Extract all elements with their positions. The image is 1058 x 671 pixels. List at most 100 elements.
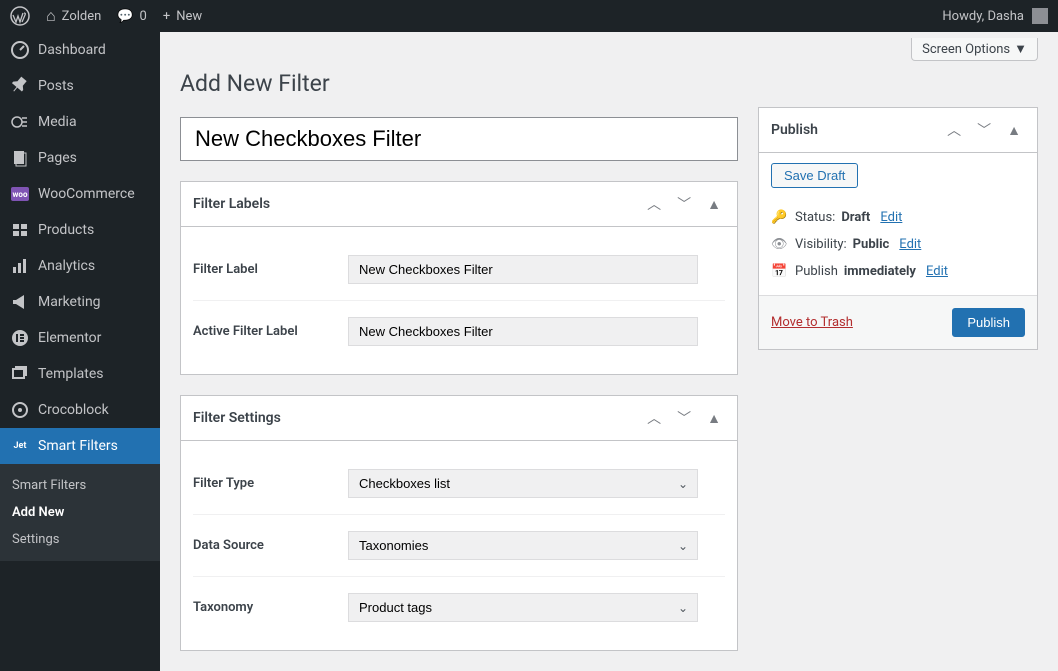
new-label: New (176, 9, 202, 24)
new-content-link[interactable]: + New (163, 9, 202, 24)
taxonomy-select[interactable] (348, 593, 698, 622)
edit-status-link[interactable]: Edit (880, 210, 902, 225)
admin-bar: ⌂ Zolden 💬 0 + New Howdy, Dasha (0, 0, 1058, 32)
elementor-icon (10, 328, 30, 348)
site-name: Zolden (62, 9, 102, 24)
sidebar-item-label: Crocoblock (38, 402, 109, 418)
box-title: Publish (771, 122, 818, 138)
sidebar-item-label: Marketing (38, 294, 101, 310)
sidebar-item-crocoblock[interactable]: Crocoblock (0, 392, 160, 428)
move-to-trash-link[interactable]: Move to Trash (771, 315, 853, 330)
key-icon: 🔑 (771, 210, 789, 225)
active-filter-label-input[interactable] (348, 317, 698, 346)
eye-icon: 👁 (771, 237, 789, 252)
avatar (1032, 8, 1048, 24)
sidebar-item-marketing[interactable]: Marketing (0, 284, 160, 320)
products-icon (10, 220, 30, 240)
plus-icon: + (163, 9, 170, 24)
status-value: Draft (841, 210, 870, 225)
page-title: Add New Filter (180, 61, 738, 117)
publish-value: immediately (844, 264, 916, 279)
chevron-down-icon: ▼ (1014, 41, 1027, 57)
field-label: Data Source (193, 538, 348, 553)
sidebar-item-elementor[interactable]: Elementor (0, 320, 160, 356)
calendar-icon: 📅 (771, 264, 789, 279)
submenu: Smart Filters Add New Settings (0, 464, 160, 561)
filter-label-input[interactable] (348, 255, 698, 284)
sidebar-item-label: Elementor (38, 330, 101, 346)
field-label: Active Filter Label (193, 324, 348, 339)
sidebar-item-media[interactable]: Media (0, 104, 160, 140)
move-down-button[interactable]: ﹀ (973, 118, 995, 142)
templates-icon (10, 364, 30, 384)
sidebar-item-label: WooCommerce (38, 186, 135, 202)
page-icon (10, 148, 30, 168)
data-source-select[interactable] (348, 531, 698, 560)
comments-link[interactable]: 💬 0 (117, 9, 147, 24)
sidebar-item-products[interactable]: Products (0, 212, 160, 248)
publish-label: Publish (795, 264, 838, 279)
sidebar-item-posts[interactable]: Posts (0, 68, 160, 104)
edit-visibility-link[interactable]: Edit (899, 237, 921, 252)
toggle-button[interactable]: ▲ (1003, 120, 1025, 141)
filter-settings-box: Filter Settings ︿ ﹀ ▲ Filter Type (180, 395, 738, 651)
move-down-button[interactable]: ﹀ (673, 192, 695, 216)
move-up-button[interactable]: ︿ (943, 118, 965, 142)
status-label: Status: (795, 210, 835, 225)
post-title-input[interactable] (180, 117, 738, 161)
toggle-button[interactable]: ▲ (703, 194, 725, 215)
filter-labels-box: Filter Labels ︿ ﹀ ▲ Filter Label (180, 181, 738, 375)
home-icon: ⌂ (46, 6, 56, 26)
woocommerce-icon: woo (10, 184, 30, 204)
submenu-item-smart-filters[interactable]: Smart Filters (0, 472, 160, 499)
edit-publish-link[interactable]: Edit (926, 264, 948, 279)
howdy-text: Howdy, Dasha (942, 9, 1024, 24)
submenu-item-add-new[interactable]: Add New (0, 499, 160, 526)
marketing-icon (10, 292, 30, 312)
site-name-link[interactable]: ⌂ Zolden (46, 6, 101, 26)
sidebar-item-smart-filters[interactable]: Jet Smart Filters (0, 428, 160, 464)
dashboard-icon (10, 40, 30, 60)
screen-options-label: Screen Options (922, 42, 1010, 57)
sidebar-item-label: Products (38, 222, 94, 238)
comments-count: 0 (140, 9, 147, 24)
filter-type-select[interactable] (348, 469, 698, 498)
move-down-button[interactable]: ﹀ (673, 406, 695, 430)
sidebar-item-analytics[interactable]: Analytics (0, 248, 160, 284)
save-draft-button[interactable]: Save Draft (771, 163, 858, 188)
admin-sidebar: Dashboard Posts Media Pages woo WooComme… (0, 32, 160, 671)
media-icon (10, 112, 30, 132)
wp-logo[interactable] (10, 6, 30, 26)
sidebar-item-dashboard[interactable]: Dashboard (0, 32, 160, 68)
analytics-icon (10, 256, 30, 276)
comment-icon: 💬 (117, 9, 133, 24)
smart-filters-icon: Jet (10, 436, 30, 456)
sidebar-item-templates[interactable]: Templates (0, 356, 160, 392)
box-title: Filter Labels (193, 196, 270, 212)
field-label: Filter Type (193, 476, 348, 491)
pin-icon (10, 76, 30, 96)
visibility-value: Public (853, 237, 890, 252)
box-title: Filter Settings (193, 410, 281, 426)
sidebar-item-label: Analytics (38, 258, 95, 274)
publish-button[interactable]: Publish (952, 308, 1025, 337)
sidebar-item-label: Pages (38, 150, 77, 166)
field-label: Taxonomy (193, 600, 348, 615)
move-up-button[interactable]: ︿ (643, 406, 665, 430)
screen-options-button[interactable]: Screen Options ▼ (911, 38, 1038, 61)
sidebar-item-label: Media (38, 114, 77, 130)
visibility-label: Visibility: (795, 237, 847, 252)
sidebar-item-label: Templates (38, 366, 104, 382)
sidebar-item-label: Posts (38, 78, 74, 94)
sidebar-item-label: Smart Filters (38, 438, 118, 454)
field-label: Filter Label (193, 262, 348, 277)
account-link[interactable]: Howdy, Dasha (942, 8, 1048, 24)
sidebar-item-pages[interactable]: Pages (0, 140, 160, 176)
publish-box: Publish ︿ ﹀ ▲ Save Draft � (758, 107, 1038, 350)
submenu-item-settings[interactable]: Settings (0, 526, 160, 553)
move-up-button[interactable]: ︿ (643, 192, 665, 216)
crocoblock-icon (10, 400, 30, 420)
sidebar-item-label: Dashboard (38, 42, 106, 58)
sidebar-item-woocommerce[interactable]: woo WooCommerce (0, 176, 160, 212)
toggle-button[interactable]: ▲ (703, 408, 725, 429)
